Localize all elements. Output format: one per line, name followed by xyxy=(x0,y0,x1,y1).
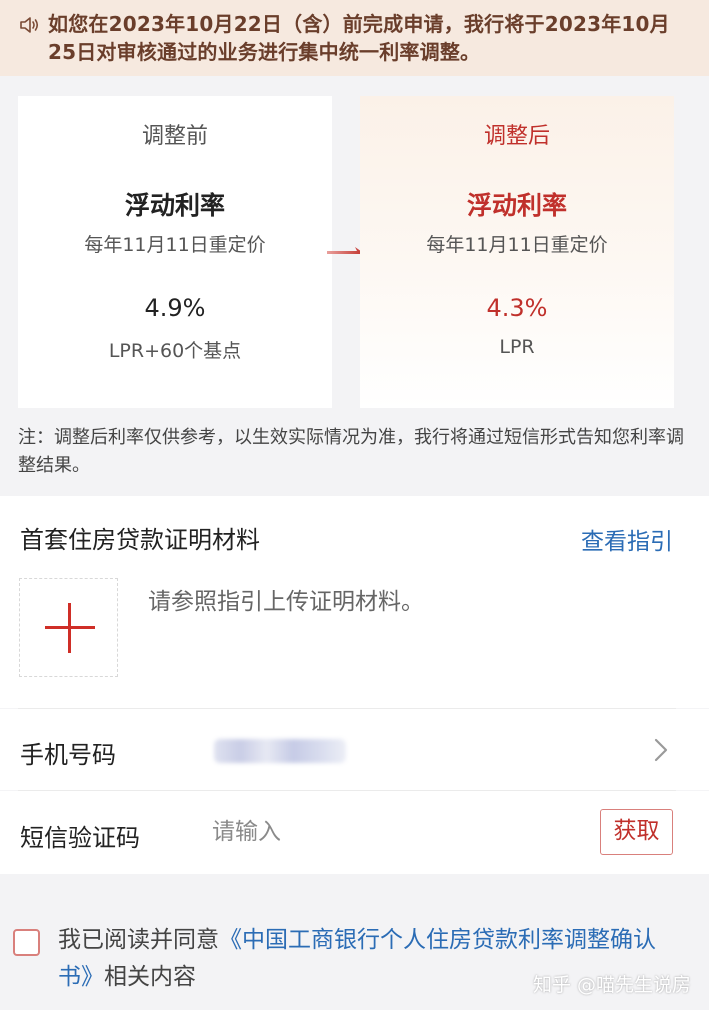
agreement-section: 我已阅读并同意《中国工商银行个人住房贷款利率调整确认书》相关内容 知乎 @喵先生… xyxy=(0,874,709,1010)
agree-checkbox[interactable] xyxy=(13,929,40,956)
proof-title: 首套住房贷款证明材料 xyxy=(20,526,260,554)
get-code-button[interactable]: 获取 xyxy=(600,809,673,855)
reprice-date: 每年11月11日重定价 xyxy=(426,234,608,256)
notice-banner: 如您在2023年10月22日（含）前完成申请，我行将于2023年10月25日对审… xyxy=(0,0,709,76)
rate-card-after: 调整后 浮动利率 每年11月11日重定价 4.3% LPR xyxy=(360,96,674,408)
sms-code-label: 短信验证码 xyxy=(20,824,140,852)
agreement-suffix: 相关内容 xyxy=(104,964,196,990)
rate-type: 浮动利率 xyxy=(466,191,567,220)
phone-label: 手机号码 xyxy=(20,741,116,769)
upload-button[interactable] xyxy=(19,578,118,677)
rate-compare-section: 调整前 浮动利率 每年11月11日重定价 4.9% LPR+60个基点 调整后 … xyxy=(0,76,709,496)
upload-hint: 请参照指引上传证明材料。 xyxy=(148,589,424,615)
view-guide-link[interactable]: 查看指引 xyxy=(581,522,673,556)
rate-note: 注：调整后利率仅供参考，以生效实际情况为准，我行将通过短信形式告知您利率调整结果… xyxy=(18,427,684,476)
card-heading: 调整后 xyxy=(483,124,550,149)
rate-value: 4.9% xyxy=(144,294,206,322)
speaker-icon xyxy=(20,17,39,33)
notice-text: 如您在2023年10月22日（含）前完成申请，我行将于2023年10月25日对审… xyxy=(48,12,670,64)
sms-code-input[interactable] xyxy=(212,815,572,849)
chevron-right-icon xyxy=(654,738,668,762)
card-heading: 调整前 xyxy=(141,124,208,149)
rate-type: 浮动利率 xyxy=(124,191,225,220)
proof-materials-section: 首套住房贷款证明材料 查看指引 请参照指引上传证明材料。 xyxy=(0,496,709,708)
agreement-prefix: 我已阅读并同意 xyxy=(58,927,219,953)
reprice-date: 每年11月11日重定价 xyxy=(84,234,266,256)
watermark: 知乎 @喵先生说房 xyxy=(532,974,691,996)
sms-code-row: 短信验证码 获取 xyxy=(0,791,709,874)
rate-card-before: 调整前 浮动利率 每年11月11日重定价 4.9% LPR+60个基点 xyxy=(18,96,332,408)
phone-number-masked xyxy=(214,739,346,763)
rate-value: 4.3% xyxy=(486,294,548,322)
plus-icon xyxy=(68,603,71,653)
rate-basis: LPR+60个基点 xyxy=(108,340,242,362)
rate-basis: LPR xyxy=(499,336,535,358)
phone-row[interactable]: 手机号码 xyxy=(0,709,709,790)
